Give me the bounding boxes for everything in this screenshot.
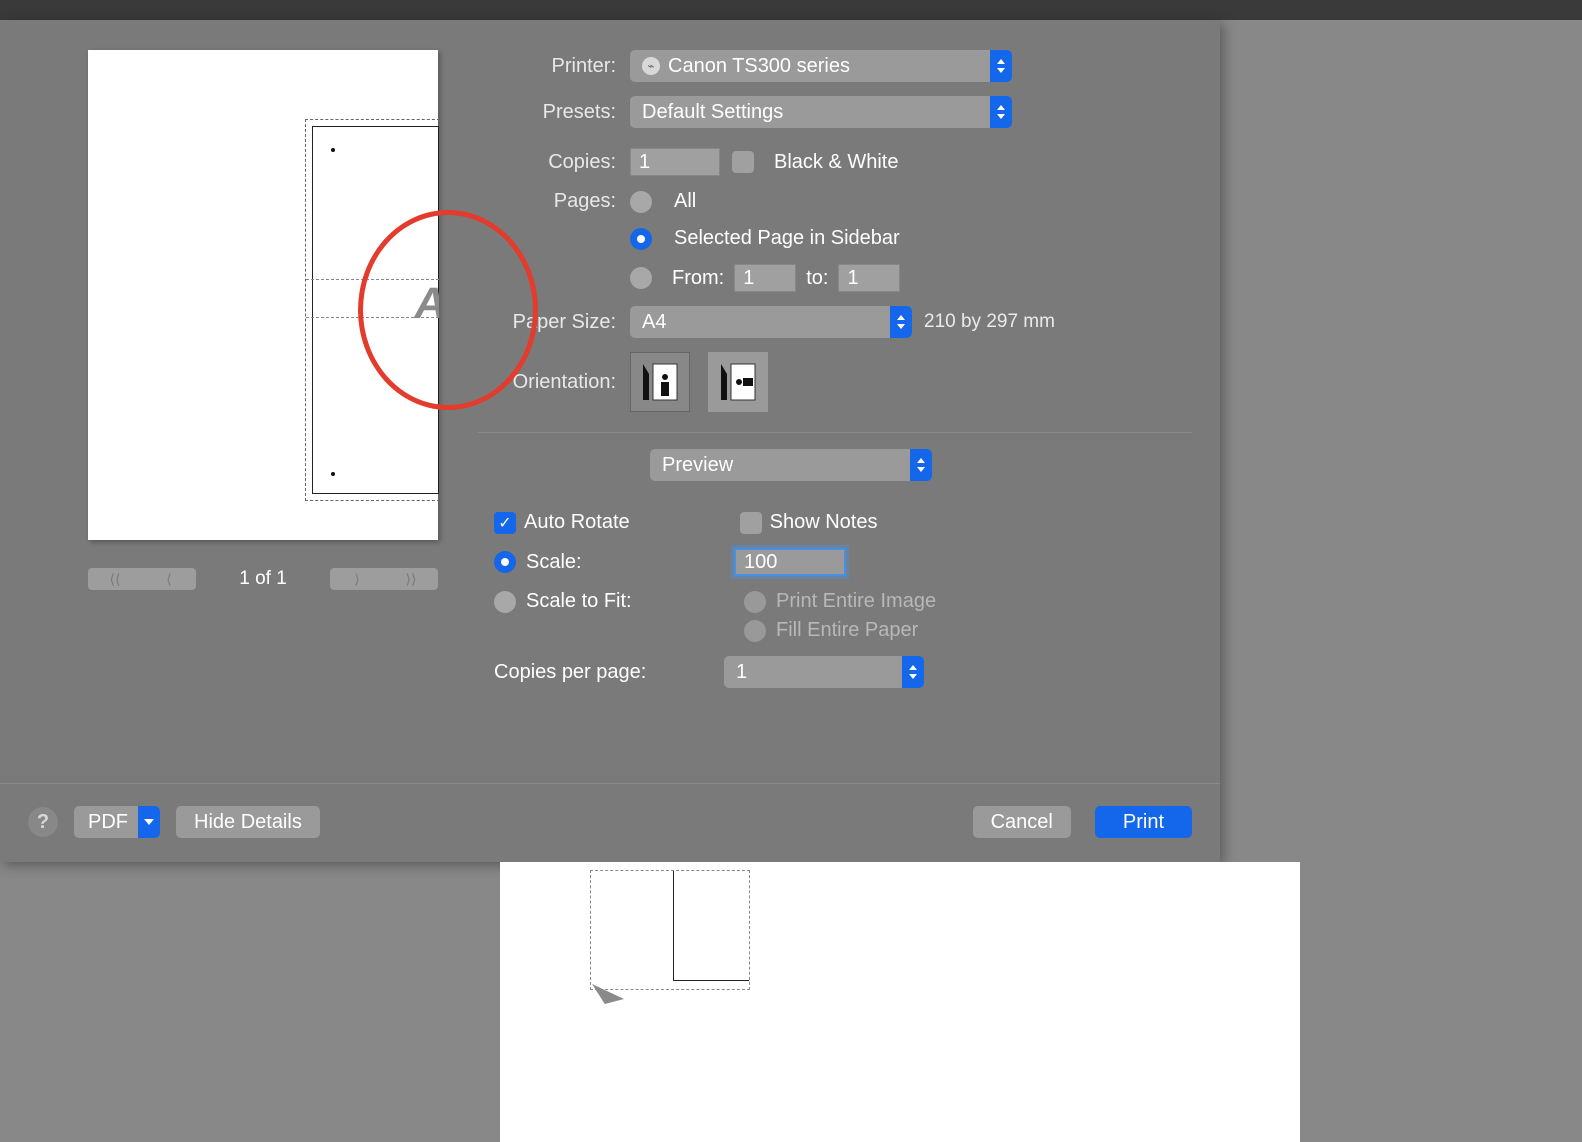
stepper-icon: [910, 449, 932, 481]
printer-dropdown[interactable]: ⌁ Canon TS300 series: [630, 50, 1012, 82]
scale-label: Scale:: [526, 551, 582, 574]
scale-to-fit-label: Scale to Fit:: [526, 590, 632, 613]
stepper-icon: [990, 50, 1012, 82]
copies-input[interactable]: [630, 148, 720, 176]
pages-to-input[interactable]: [838, 264, 900, 292]
print-dialog: A ⟨⟨ ⟨ 1 of 1 ⟩ ⟩⟩ Printer:: [0, 20, 1220, 862]
pages-from-label: From:: [672, 267, 724, 290]
first-page-button[interactable]: ⟨⟨: [88, 568, 142, 590]
bw-checkbox[interactable]: [732, 151, 754, 173]
fill-paper-radio[interactable]: [744, 620, 766, 642]
scale-input[interactable]: [734, 548, 846, 576]
prev-page-button[interactable]: ⟨: [142, 568, 196, 590]
copies-per-page-dropdown[interactable]: 1: [724, 656, 924, 688]
printer-status-icon: ⌁: [642, 57, 660, 75]
show-notes-checkbox[interactable]: [740, 512, 762, 534]
pages-all-radio[interactable]: [630, 191, 652, 213]
settings-column: Printer: ⌁ Canon TS300 series Presets: D…: [478, 50, 1192, 740]
pages-from-input[interactable]: [734, 264, 796, 292]
portrait-icon: [639, 360, 681, 404]
pages-all-label: All: [674, 190, 696, 213]
last-page-button[interactable]: ⟩⟩: [384, 568, 438, 590]
paper-size-dropdown[interactable]: A4: [630, 306, 912, 338]
print-entire-label: Print Entire Image: [776, 590, 936, 613]
presets-value: Default Settings: [642, 101, 783, 124]
chevron-down-icon: [138, 806, 160, 838]
paper-size-label: Paper Size:: [478, 311, 616, 334]
paper-size-value: A4: [642, 311, 666, 334]
section-value: Preview: [662, 454, 733, 477]
pages-from-radio[interactable]: [630, 267, 652, 289]
pdf-label: PDF: [88, 811, 128, 834]
copies-per-page-label: Copies per page:: [494, 661, 674, 684]
print-entire-radio[interactable]: [744, 591, 766, 613]
pdf-dropdown[interactable]: PDF: [74, 806, 160, 838]
presets-label: Presets:: [478, 101, 616, 124]
pages-label: Pages:: [478, 190, 616, 213]
preview-crop-region: A: [305, 119, 440, 501]
preview-column: A ⟨⟨ ⟨ 1 of 1 ⟩ ⟩⟩: [28, 50, 438, 740]
orientation-label: Orientation:: [478, 371, 616, 394]
section-dropdown[interactable]: Preview: [650, 449, 932, 481]
preview-page: A: [88, 50, 438, 540]
printer-label: Printer:: [478, 55, 616, 78]
orientation-portrait-button[interactable]: [630, 352, 690, 412]
page-indicator: 1 of 1: [239, 568, 287, 590]
scale-to-fit-radio[interactable]: [494, 591, 516, 613]
stepper-icon: [890, 306, 912, 338]
hide-details-button[interactable]: Hide Details: [176, 806, 320, 838]
orientation-landscape-button[interactable]: [708, 352, 768, 412]
next-page-button[interactable]: ⟩: [330, 568, 384, 590]
copies-label: Copies:: [478, 151, 616, 174]
background-menubar: [0, 0, 1582, 20]
auto-rotate-label: Auto Rotate: [524, 511, 630, 534]
help-button[interactable]: ?: [28, 807, 58, 837]
pages-selected-radio[interactable]: [630, 228, 652, 250]
copies-per-page-value: 1: [736, 661, 747, 684]
dialog-footer: ? PDF Hide Details Cancel Print: [0, 783, 1220, 862]
print-button[interactable]: Print: [1095, 806, 1192, 838]
bw-label: Black & White: [774, 151, 898, 174]
auto-rotate-checkbox[interactable]: ✓: [494, 512, 516, 534]
scale-radio[interactable]: [494, 551, 516, 573]
background-preview: [590, 870, 750, 990]
stepper-icon: [902, 656, 924, 688]
cancel-button[interactable]: Cancel: [973, 806, 1071, 838]
fill-paper-label: Fill Entire Paper: [776, 619, 918, 642]
paper-dimensions: 210 by 297 mm: [924, 311, 1055, 333]
presets-dropdown[interactable]: Default Settings: [630, 96, 1012, 128]
show-notes-label: Show Notes: [770, 511, 878, 534]
pages-selected-label: Selected Page in Sidebar: [674, 227, 900, 250]
pages-to-label: to:: [806, 267, 828, 290]
landscape-icon: [717, 360, 759, 404]
stepper-icon: [990, 96, 1012, 128]
printer-value: Canon TS300 series: [668, 55, 850, 78]
